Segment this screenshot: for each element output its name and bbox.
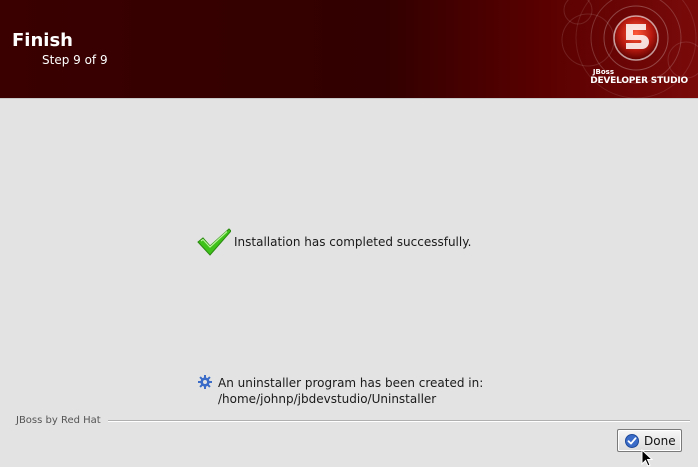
uninstaller-path: /home/johnp/jbdevstudio/Uninstaller [218, 392, 437, 406]
success-message: Installation has completed successfully. [234, 235, 472, 249]
gear-icon [198, 375, 212, 389]
vendor-label: JBoss by Red Hat [16, 415, 101, 426]
page-title: Finish [12, 30, 73, 51]
brand-main-label: DEVELOPER STUDIO [590, 76, 688, 86]
header-divider [0, 98, 698, 99]
check-icon [197, 228, 231, 256]
done-button-label: Done [644, 434, 676, 448]
step-indicator: Step 9 of 9 [42, 53, 108, 67]
brand-small-label: JBoss [592, 68, 614, 76]
mouse-pointer-icon [641, 449, 653, 467]
check-circle-icon [625, 434, 639, 448]
uninstaller-message: An uninstaller program has been created … [218, 376, 484, 390]
header-banner: Finish Step 9 of 9 JBoss DEVELOPER STUDI… [0, 0, 698, 98]
footer-divider [108, 420, 690, 422]
